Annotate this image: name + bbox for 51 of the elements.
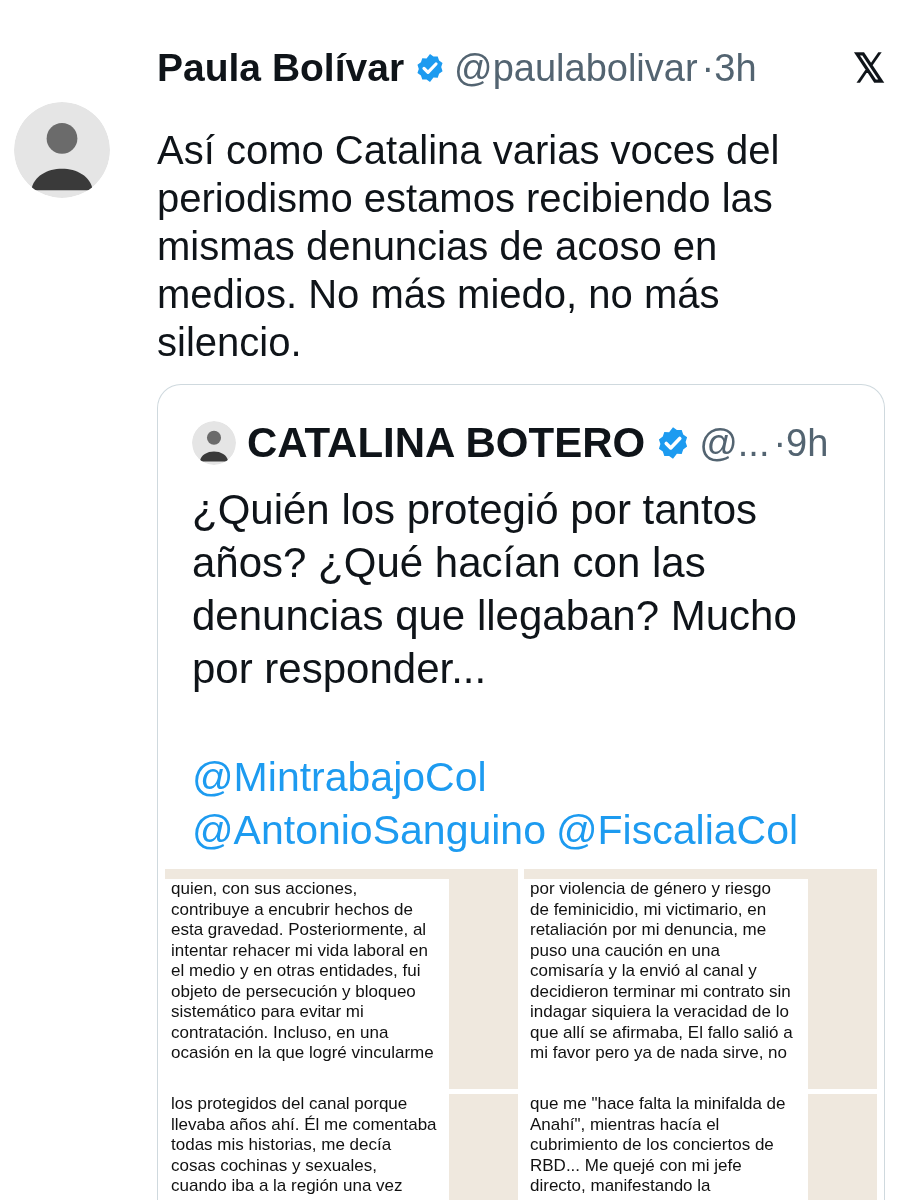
mention-link[interactable]: @FiscaliaCol [555,804,799,857]
separator-dot: · [773,424,787,462]
message-text-line: que me "hace falta la minifalda de [530,1094,786,1115]
avatar-icon[interactable] [192,421,236,465]
message-text-line: sistemático para evitar mi [171,1002,364,1023]
quote-text-line: por responder... [192,644,488,694]
message-text-line: quien, con sus acciones, [171,879,358,900]
x-logo[interactable]: 𝕏 [853,48,885,88]
message-text-line: comisaría y la envió al canal y [530,961,757,982]
user-handle: @... [699,424,770,462]
message-text-line: mi favor pero ya de nada sirve, no [530,1043,788,1064]
user-name: Paula Bolívar [157,45,405,91]
message-text-line: los protegidos del canal porque [171,1094,408,1115]
message-text-line: esta gravedad. Posteriormente, al [171,920,427,941]
message-text-line: puso una caución en una [530,940,720,961]
message-text-line: Anahí", mientras hacía el [530,1114,720,1135]
message-text-line: de feminicidio, mi victimario, en [530,899,767,920]
tweet-text-line: silencio. [157,319,303,366]
message-text-line: cosas cochinas y sexuales, [171,1155,377,1176]
message-text-line: directo, manifestando la [530,1176,711,1197]
message-text-line: decidieron terminar mi contrato sin [530,981,791,1002]
quote-text-line: años? ¿Qué hacían con las [192,538,707,588]
message-text-line: cuando iba a la región una vez [171,1176,403,1197]
mention-link[interactable]: @AntonioSanguino [192,804,546,857]
message-text-line: cubrimiento de los conciertos de [530,1135,774,1156]
message-text-line: llevaba años ahí. Él me comentaba [171,1114,437,1135]
timestamp: 3h [714,49,757,87]
message-text-line: ocasión en la que logré vincularme [171,1043,434,1064]
quote-text-line: denuncias que llegaban? Mucho [192,591,798,641]
message-text-line: indagar siquiera la veracidad de lo [530,1002,789,1023]
tweet-text-line: medios. No más miedo, no más [157,271,721,318]
tweet-text-line: periodismo estamos recibiendo las [157,175,774,222]
message-text-line: intentar rehacer mi vida laboral en [171,940,429,961]
message-text-line: RBD... Me quejé con mi jefe [530,1155,742,1176]
message-text-line: que allí se afirmaba, El fallo salió a [530,1022,793,1043]
separator-dot: · [701,49,715,87]
tweet-text-line: mismas denuncias de acoso en [157,223,719,270]
message-text-line: todas mis historias, me decía [171,1135,392,1156]
mention-link[interactable]: @MintrabajoCol [192,751,487,804]
message-text-line: el medio y en otras entidades, fui [171,961,421,982]
message-text-line: contratación. Incluso, en una [171,1022,389,1043]
message-text-line: contribuye a encubrir hechos de [171,899,413,920]
user-name: CATALINA BOTERO [247,418,646,468]
tweet-text-line: Así como Catalina varias voces del [157,127,781,174]
quote-text-line: ¿Quién los protegió por tantos [192,485,758,535]
avatar-icon[interactable] [14,102,110,198]
timestamp: 9h [786,424,829,462]
message-text-line: retaliación por mi denuncia, me [530,920,767,941]
user-handle: @paulabolivar [454,49,698,87]
message-text-line: objeto de persecución y bloqueo [171,981,416,1002]
message-text-line: por violencia de género y riesgo [530,879,771,900]
